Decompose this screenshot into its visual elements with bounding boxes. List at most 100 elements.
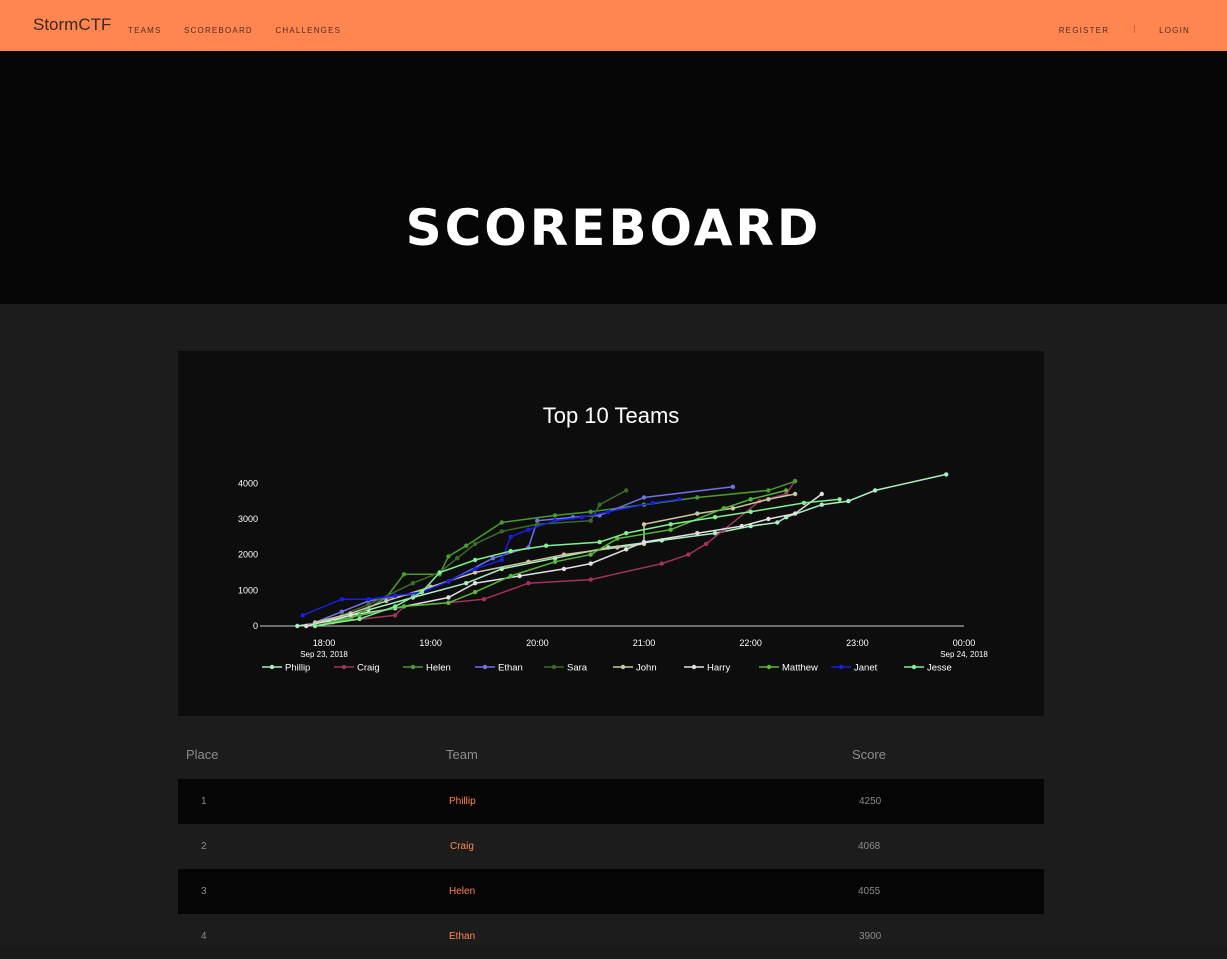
- data-point[interactable]: [588, 561, 593, 566]
- data-point[interactable]: [455, 556, 460, 561]
- team-link[interactable]: Phillip: [449, 796, 476, 807]
- data-point[interactable]: [792, 479, 798, 484]
- data-point[interactable]: [668, 527, 673, 532]
- data-point[interactable]: [801, 500, 807, 506]
- data-point[interactable]: [730, 506, 736, 511]
- register-link[interactable]: REGISTER: [1059, 26, 1110, 35]
- data-point[interactable]: [588, 577, 593, 582]
- login-link[interactable]: LOGIN: [1159, 26, 1190, 35]
- data-point[interactable]: [641, 495, 647, 500]
- data-point[interactable]: [588, 518, 593, 523]
- data-point[interactable]: [446, 595, 451, 600]
- data-point[interactable]: [695, 531, 700, 536]
- score-graph[interactable]: Top 10 Teams 0 1000 2000 3000 4000 18:00 Sep 2…: [178, 351, 1044, 716]
- data-point[interactable]: [650, 500, 656, 506]
- data-point[interactable]: [624, 531, 629, 536]
- data-point[interactable]: [552, 559, 558, 564]
- team-link[interactable]: Helen: [449, 886, 475, 897]
- data-point[interactable]: [499, 529, 504, 534]
- data-point[interactable]: [472, 581, 478, 586]
- legend-item-craig[interactable]: Craig: [357, 663, 380, 674]
- data-point[interactable]: [366, 597, 371, 602]
- data-point[interactable]: [312, 623, 318, 629]
- data-point[interactable]: [526, 581, 531, 586]
- data-point[interactable]: [446, 600, 451, 605]
- data-point[interactable]: [606, 509, 611, 514]
- data-point[interactable]: [464, 581, 469, 586]
- data-point[interactable]: [588, 552, 593, 557]
- data-point[interactable]: [792, 511, 798, 516]
- brand-link[interactable]: StormCTF: [33, 15, 111, 35]
- data-point[interactable]: [508, 573, 513, 579]
- data-point[interactable]: [641, 539, 647, 545]
- data-point[interactable]: [472, 589, 478, 595]
- data-point[interactable]: [624, 547, 629, 552]
- data-point[interactable]: [481, 597, 487, 602]
- data-point[interactable]: [775, 520, 780, 525]
- nav-scoreboard-link[interactable]: SCOREBOARD: [184, 26, 253, 35]
- data-point[interactable]: [304, 623, 309, 629]
- data-point[interactable]: [677, 497, 682, 502]
- nav-teams-link[interactable]: TEAMS: [128, 26, 162, 35]
- data-point[interactable]: [392, 613, 398, 618]
- data-point[interactable]: [401, 604, 407, 609]
- data-point[interactable]: [561, 566, 567, 572]
- team-link[interactable]: Craig: [450, 841, 474, 852]
- data-point[interactable]: [846, 498, 851, 504]
- legend-item-helen[interactable]: Helen: [426, 663, 451, 674]
- data-point[interactable]: [597, 539, 602, 545]
- data-point[interactable]: [526, 559, 531, 564]
- data-point[interactable]: [392, 593, 398, 598]
- data-point[interactable]: [819, 491, 824, 497]
- data-point[interactable]: [410, 581, 416, 586]
- data-point[interactable]: [357, 616, 362, 622]
- data-point[interactable]: [588, 509, 593, 514]
- nav-challenges-link[interactable]: CHALLENGES: [275, 26, 341, 35]
- legend-item-phillip[interactable]: Phillip: [285, 663, 310, 674]
- legend-item-matthew[interactable]: Matthew: [782, 663, 818, 674]
- data-point[interactable]: [561, 552, 567, 557]
- data-point[interactable]: [739, 523, 744, 529]
- data-point[interactable]: [517, 573, 522, 579]
- data-point[interactable]: [641, 522, 647, 527]
- data-point[interactable]: [766, 516, 771, 522]
- data-point[interactable]: [659, 561, 664, 566]
- data-point[interactable]: [384, 598, 389, 604]
- data-point[interactable]: [419, 589, 424, 595]
- data-point[interactable]: [784, 488, 789, 493]
- data-point[interactable]: [544, 543, 549, 548]
- data-point[interactable]: [668, 522, 673, 527]
- data-point[interactable]: [748, 497, 753, 502]
- data-point[interactable]: [721, 506, 727, 511]
- legend-item-ethan[interactable]: Ethan: [498, 663, 523, 674]
- data-point[interactable]: [472, 566, 478, 572]
- data-point[interactable]: [300, 613, 305, 618]
- data-point[interactable]: [792, 491, 798, 497]
- data-point[interactable]: [508, 548, 513, 554]
- legend-item-sara[interactable]: Sara: [567, 663, 588, 674]
- data-point[interactable]: [766, 488, 771, 493]
- data-point[interactable]: [624, 488, 629, 493]
- data-point[interactable]: [446, 554, 451, 559]
- data-point[interactable]: [704, 541, 709, 547]
- data-point[interactable]: [472, 557, 478, 563]
- legend-item-harry[interactable]: Harry: [707, 663, 730, 674]
- data-point[interactable]: [464, 543, 469, 548]
- data-point[interactable]: [819, 502, 824, 507]
- team-link[interactable]: Ethan: [449, 931, 475, 942]
- data-point[interactable]: [472, 541, 478, 547]
- legend-item-janet[interactable]: Janet: [854, 663, 878, 674]
- data-point[interactable]: [499, 520, 504, 525]
- data-point[interactable]: [615, 545, 620, 550]
- data-point[interactable]: [748, 509, 753, 514]
- data-point[interactable]: [339, 597, 344, 602]
- data-point[interactable]: [695, 495, 700, 500]
- data-point[interactable]: [730, 484, 736, 489]
- data-point[interactable]: [552, 518, 558, 523]
- data-point[interactable]: [872, 488, 878, 493]
- data-point[interactable]: [526, 527, 531, 532]
- data-point[interactable]: [392, 604, 398, 609]
- data-point[interactable]: [579, 515, 584, 520]
- data-point[interactable]: [597, 502, 602, 507]
- data-point[interactable]: [695, 511, 700, 516]
